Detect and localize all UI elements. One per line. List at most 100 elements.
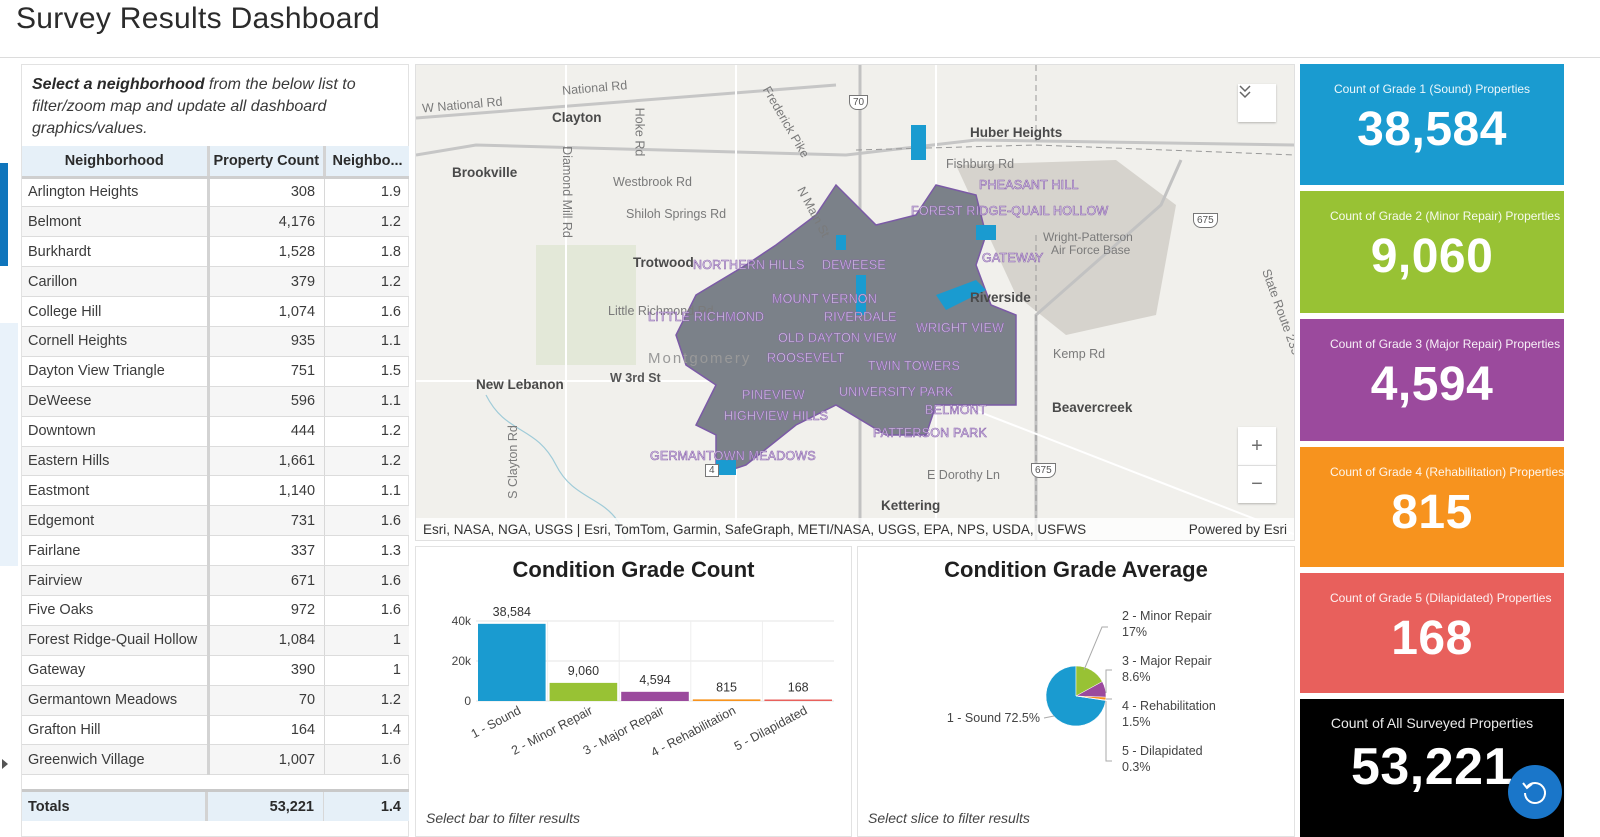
table-row[interactable]: Fairlane 337 1.3 — [22, 535, 409, 567]
kpi-card: Count of Grade 3 (Major Repair) Properti… — [1300, 319, 1564, 441]
table-row[interactable]: Gateway 390 1 — [22, 655, 409, 686]
column-header-neighborhood-avg[interactable]: Neighbo... — [324, 146, 409, 179]
bar[interactable] — [549, 682, 618, 701]
table-row[interactable]: Belmont 4,176 1.2 — [22, 206, 409, 238]
bar-value-label: 9,060 — [568, 664, 599, 678]
city-label: Wright-Patterson — [1043, 230, 1133, 244]
kpi-value: 38,584 — [1357, 103, 1507, 156]
table-row[interactable]: Germantown Meadows 70 1.2 — [22, 685, 409, 716]
neighborhood-label[interactable]: OLD DAYTON VIEW — [778, 331, 897, 346]
neighborhood-label[interactable]: PATTERSON PARK — [873, 426, 987, 441]
property-count: 1,528 — [208, 236, 326, 268]
neighborhood-table-panel: Select a neighborhood from the below lis… — [21, 64, 427, 837]
pie-label-value: 72.5% — [1005, 711, 1040, 725]
table-row[interactable]: Greenwich Village 1,007 1.6 — [22, 744, 409, 776]
neighborhood-label[interactable]: PHEASANT HILL — [979, 178, 1079, 193]
neighborhood-avg: 1 — [324, 655, 409, 686]
neighborhood-label[interactable]: GATEWAY — [982, 251, 1044, 266]
property-count: 4,176 — [208, 206, 326, 238]
bar[interactable] — [478, 623, 546, 701]
road-label: Diamond Mill Rd — [559, 146, 574, 238]
powered-by-esri[interactable]: Powered by Esri — [1189, 522, 1287, 537]
attribution-text: Esri, NASA, NGA, USGS | Esri, TomTom, Ga… — [423, 521, 1087, 537]
zoom-out-button[interactable]: − — [1238, 465, 1276, 503]
neighborhood-label[interactable]: HIGHVIEW HILLS — [724, 409, 829, 424]
neighborhood-label[interactable]: ROOSEVELT — [767, 351, 845, 366]
neighborhood-label[interactable]: BELMONT — [925, 403, 987, 418]
table-row[interactable]: College Hill 1,074 1.6 — [22, 296, 409, 327]
kpi-value: 4,594 — [1370, 358, 1494, 411]
table-row[interactable]: Eastern Hills 1,661 1.2 — [22, 446, 409, 477]
table-row[interactable]: Burkhardt 1,528 1.8 — [22, 236, 409, 268]
bar[interactable] — [621, 691, 689, 701]
city-label: Riverside — [970, 290, 1031, 305]
neighborhood-avg: 1.9 — [324, 177, 409, 208]
table-row[interactable]: Edgemont 731 1.6 — [22, 505, 409, 537]
county-label: Montgomery — [648, 350, 752, 367]
city-label: New Lebanon — [476, 377, 564, 392]
neighborhood-avg: 1.3 — [324, 535, 409, 567]
y-tick-label: 0 — [464, 694, 471, 708]
side-panel-tab[interactable] — [0, 163, 8, 266]
y-tick-label: 20k — [452, 654, 472, 668]
table-row[interactable]: Downtown 444 1.2 — [22, 416, 409, 447]
pie-label: 0.3% — [1122, 760, 1151, 774]
reset-button[interactable] — [1508, 765, 1562, 819]
expand-legend-button[interactable] — [1238, 84, 1276, 122]
road-label: Shiloh Springs Rd — [626, 207, 727, 221]
bar[interactable] — [692, 699, 761, 701]
neighborhood-avg: 1.6 — [324, 565, 409, 596]
kpi-card: Count of Grade 2 (Minor Repair) Properti… — [1300, 191, 1564, 313]
totals-label: Totals — [22, 792, 208, 821]
neighborhood-label[interactable]: LITTLE RICHMOND — [648, 310, 765, 325]
neighborhood-name: Germantown Meadows — [22, 685, 210, 716]
table-row[interactable]: Forest Ridge-Quail Hollow 1,084 1 — [22, 625, 409, 656]
table-row[interactable]: DeWeese 596 1.1 — [22, 386, 409, 417]
table-row[interactable]: Fairview 671 1.6 — [22, 565, 409, 596]
neighborhood-label[interactable]: RIVERDALE — [824, 310, 897, 325]
neighborhood-label[interactable]: WRIGHT VIEW — [916, 321, 1004, 336]
neighborhood-label[interactable]: TWIN TOWERS — [868, 359, 960, 374]
kpi-label: Count of Grade 1 (Sound) Properties — [1333, 82, 1531, 96]
map-attribution: Esri, NASA, NGA, USGS | Esri, TomTom, Ga… — [416, 518, 1294, 540]
side-panel-toggle[interactable] — [0, 323, 18, 769]
table-row[interactable]: Grafton Hill 164 1.4 — [22, 715, 409, 746]
neighborhood-avg: 1.2 — [324, 446, 409, 477]
column-header-property-count[interactable]: Property Count — [208, 146, 327, 179]
column-header-neighborhood[interactable]: Neighborhood — [22, 146, 210, 179]
neighborhood-avg: 1.6 — [324, 505, 409, 537]
table-row[interactable]: Carillon 379 1.2 — [22, 266, 409, 298]
bar-value-label: 38,584 — [493, 605, 531, 619]
neighborhood-label[interactable]: FOREST RIDGE-QUAIL HOLLOW — [911, 204, 1109, 219]
chart-footnote: Select slice to filter results — [868, 810, 1030, 826]
property-count: 751 — [208, 356, 326, 387]
pie-chart-svg: 1 - Sound 72.5% 2 - Minor Repair 17% 3 - Ma… — [947, 609, 1216, 774]
y-tick-label: 40k — [452, 614, 472, 628]
kpi-value: 815 — [1391, 486, 1473, 539]
caret-right-icon[interactable] — [2, 759, 8, 769]
neighborhood-label[interactable]: MOUNT VERNON — [772, 292, 877, 307]
map-view[interactable]: W National Rd National Rd Clayton Hoke R… — [415, 64, 1295, 541]
table-row[interactable]: Cornell Heights 935 1.1 — [22, 326, 409, 357]
double-chevron-down-icon — [1239, 85, 1251, 99]
table-row[interactable]: Eastmont 1,140 1.1 — [22, 475, 409, 507]
neighborhood-name: Grafton Hill — [22, 715, 210, 746]
table-row[interactable]: Five Oaks 972 1.6 — [22, 595, 409, 626]
neighborhood-label[interactable]: GERMANTOWN MEADOWS — [650, 449, 816, 464]
neighborhood-name: Cornell Heights — [22, 326, 210, 357]
table-row[interactable]: Arlington Heights 308 1.9 — [22, 177, 409, 208]
neighborhood-label[interactable]: DEWEESE — [822, 258, 886, 273]
neighborhood-label[interactable]: NORTHERN HILLS — [693, 258, 805, 273]
property-count: 1,007 — [208, 744, 326, 776]
bar[interactable] — [764, 699, 832, 702]
property-count: 1,074 — [208, 296, 326, 327]
zoom-in-button[interactable]: + — [1238, 427, 1276, 465]
pie-label-name: 1 - Sound — [947, 711, 1001, 725]
neighborhood-label[interactable]: UNIVERSITY PARK — [839, 385, 954, 400]
city-label: Air Force Base — [1051, 243, 1131, 257]
property-count: 935 — [208, 326, 326, 357]
table-row[interactable]: Dayton View Triangle 751 1.5 — [22, 356, 409, 387]
property-count: 1,661 — [208, 446, 326, 477]
neighborhood-label[interactable]: PINEVIEW — [742, 388, 805, 403]
totals-count: 53,221 — [208, 792, 324, 821]
